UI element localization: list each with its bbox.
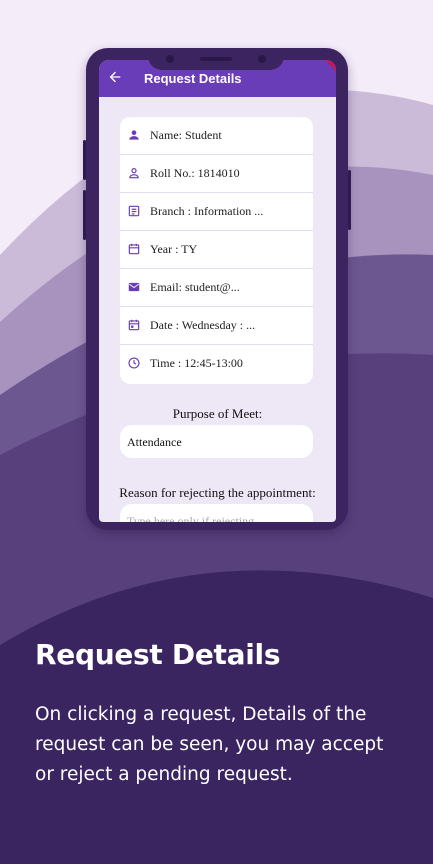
phone-side-button bbox=[83, 140, 86, 180]
detail-row-year: Year : TY bbox=[120, 231, 313, 269]
detail-branch: Branch : Information ... bbox=[150, 204, 264, 218]
caption-body: On clicking a request, Details of the re… bbox=[35, 704, 384, 785]
detail-roll: Roll No.: 1814010 bbox=[150, 166, 240, 180]
detail-row-branch: Branch : Information ... bbox=[120, 193, 313, 231]
app-screen: Request Details Name: Student Roll No.: … bbox=[99, 60, 336, 522]
sensor-dot bbox=[258, 55, 266, 63]
app-bar-title: Request Details bbox=[144, 71, 242, 86]
reject-reason-label: Reason for rejecting the appointment: bbox=[119, 485, 316, 500]
camera-dot bbox=[166, 55, 174, 63]
phone-side-button bbox=[348, 170, 351, 230]
person-outline-icon bbox=[129, 168, 139, 179]
phone-side-button bbox=[83, 190, 86, 240]
person-filled-icon bbox=[129, 130, 139, 140]
reject-reason-placeholder: Type here only if rejecting bbox=[127, 514, 255, 522]
purpose-field: Attendance bbox=[120, 425, 313, 458]
notes-icon bbox=[128, 205, 140, 217]
detail-row-name: Name: Student bbox=[120, 117, 313, 155]
detail-row-roll: Roll No.: 1814010 bbox=[120, 155, 313, 193]
detail-name: Name: Student bbox=[150, 128, 222, 142]
phone-notch bbox=[148, 52, 284, 70]
detail-date: Date : Wednesday : ... bbox=[150, 318, 256, 332]
reject-reason-input[interactable]: Type here only if rejecting bbox=[120, 504, 313, 522]
purpose-value: Attendance bbox=[127, 435, 182, 449]
arrow-left-icon[interactable] bbox=[107, 69, 123, 85]
mail-icon bbox=[128, 282, 140, 292]
detail-time: Time : 12:45-13:00 bbox=[150, 356, 243, 370]
calendar-outline-icon bbox=[128, 243, 140, 255]
detail-year: Year : TY bbox=[150, 242, 198, 256]
calendar-event-icon bbox=[128, 319, 140, 331]
detail-row-email: Email: student@... bbox=[120, 269, 313, 307]
detail-email: Email: student@... bbox=[150, 280, 240, 294]
detail-row-date: Date : Wednesday : ... bbox=[120, 307, 313, 345]
caption-title: Request Details bbox=[35, 638, 281, 671]
debug-banner bbox=[320, 60, 336, 74]
clock-icon bbox=[128, 357, 140, 369]
detail-row-time: Time : 12:45-13:00 bbox=[120, 345, 313, 382]
details-card: Name: Student Roll No.: 1814010 Branch :… bbox=[120, 117, 313, 384]
speaker-grille bbox=[200, 57, 232, 61]
purpose-label: Purpose of Meet: bbox=[172, 406, 263, 421]
